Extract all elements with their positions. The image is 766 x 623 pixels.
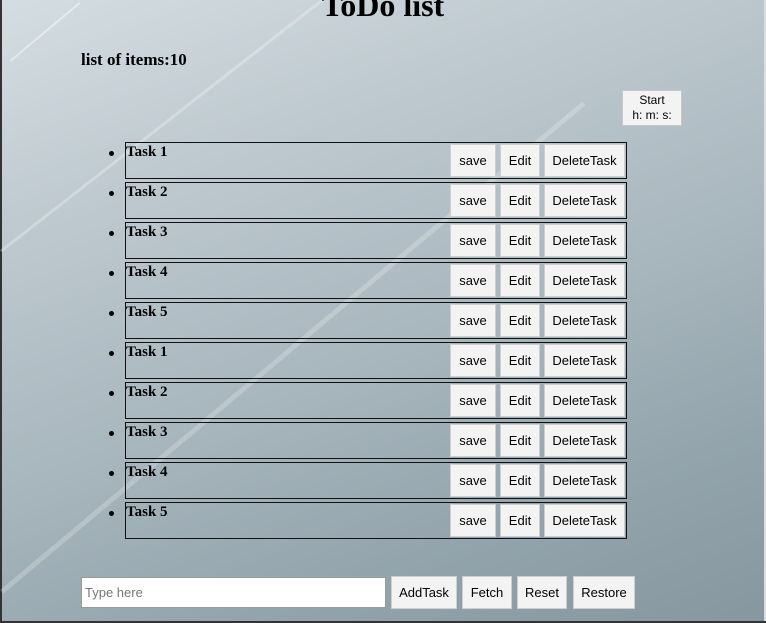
save-button[interactable]: save [450, 264, 496, 297]
task-item: Task 1 save Edit DeleteTask [109, 142, 627, 179]
task-name: Task 4 [126, 264, 168, 280]
page-title: ToDo list [321, 0, 445, 23]
list-bullet [109, 471, 114, 476]
edit-button[interactable]: Edit [500, 184, 540, 217]
save-button[interactable]: save [450, 184, 496, 217]
window-left-border [0, 0, 2, 623]
edit-button[interactable]: Edit [500, 224, 540, 257]
start-label: Start [639, 93, 665, 107]
list-bullet [109, 351, 114, 356]
delete-task-button[interactable]: DeleteTask [544, 184, 625, 217]
task-item: Task 3 save Edit DeleteTask [109, 222, 627, 259]
edit-button[interactable]: Edit [500, 344, 540, 377]
delete-task-button[interactable]: DeleteTask [544, 344, 625, 377]
delete-task-button[interactable]: DeleteTask [544, 304, 625, 337]
fetch-button[interactable]: Fetch [462, 576, 512, 609]
task-name: Task 3 [126, 224, 168, 240]
edit-button[interactable]: Edit [500, 464, 540, 497]
task-item: Task 4 save Edit DeleteTask [109, 462, 627, 499]
list-bullet [109, 431, 114, 436]
task-name: Task 1 [126, 344, 168, 360]
task-item: Task 5 save Edit DeleteTask [109, 302, 627, 339]
edit-button[interactable]: Edit [500, 504, 540, 537]
item-count: list of items:10 [81, 50, 187, 69]
list-bullet [109, 151, 114, 156]
delete-task-button[interactable]: DeleteTask [544, 264, 625, 297]
task-name: Task 1 [126, 144, 168, 160]
restore-button[interactable]: Restore [573, 576, 635, 609]
save-button[interactable]: save [450, 464, 496, 497]
add-task-button[interactable]: AddTask [391, 576, 457, 609]
edit-button[interactable]: Edit [500, 384, 540, 417]
list-bullet [109, 191, 114, 196]
delete-task-button[interactable]: DeleteTask [544, 504, 625, 537]
list-bullet [109, 311, 114, 316]
edit-button[interactable]: Edit [500, 144, 540, 177]
list-bullet [109, 271, 114, 276]
task-name: Task 4 [126, 464, 168, 480]
delete-task-button[interactable]: DeleteTask [544, 384, 625, 417]
delete-task-button[interactable]: DeleteTask [544, 464, 625, 497]
task-name: Task 2 [126, 184, 168, 200]
task-list: Task 1 save Edit DeleteTask Task 2 save … [109, 142, 627, 542]
edit-button[interactable]: Edit [500, 304, 540, 337]
task-name: Task 3 [126, 424, 168, 440]
list-bullet [109, 231, 114, 236]
save-button[interactable]: save [450, 304, 496, 337]
task-item: Task 3 save Edit DeleteTask [109, 422, 627, 459]
delete-task-button[interactable]: DeleteTask [544, 424, 625, 457]
save-button[interactable]: save [450, 144, 496, 177]
task-item: Task 2 save Edit DeleteTask [109, 182, 627, 219]
reset-button[interactable]: Reset [517, 576, 567, 609]
save-button[interactable]: save [450, 224, 496, 257]
new-task-input[interactable] [81, 577, 386, 608]
list-bullet [109, 391, 114, 396]
task-name: Task 5 [126, 304, 168, 320]
save-button[interactable]: save [450, 424, 496, 457]
edit-button[interactable]: Edit [500, 424, 540, 457]
list-bullet [109, 511, 114, 516]
delete-task-button[interactable]: DeleteTask [544, 144, 625, 177]
task-item: Task 2 save Edit DeleteTask [109, 382, 627, 419]
save-button[interactable]: save [450, 504, 496, 537]
task-item: Task 1 save Edit DeleteTask [109, 342, 627, 379]
task-name: Task 5 [126, 504, 168, 520]
task-item: Task 5 save Edit DeleteTask [109, 502, 627, 539]
start-timer-button[interactable]: Start h: m: s: [622, 90, 682, 126]
timer-readout: h: m: s: [632, 108, 672, 122]
task-name: Task 2 [126, 384, 168, 400]
edit-button[interactable]: Edit [500, 264, 540, 297]
task-item: Task 4 save Edit DeleteTask [109, 262, 627, 299]
delete-task-button[interactable]: DeleteTask [544, 224, 625, 257]
save-button[interactable]: save [450, 344, 496, 377]
save-button[interactable]: save [450, 384, 496, 417]
